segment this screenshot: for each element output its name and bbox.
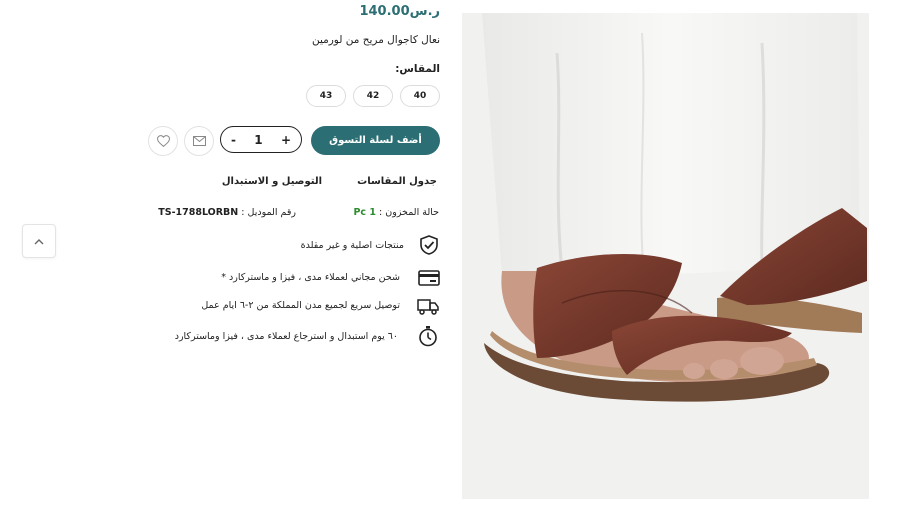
model-number: رقم الموديل : TS-1788LORBN	[158, 207, 296, 218]
quantity-decrease-button[interactable]: -	[231, 133, 236, 147]
delivery-truck-icon	[417, 296, 439, 318]
feature-text-free-shipping: شحن مجاني لعملاء مدى ، فيزا و ماستركارد …	[221, 272, 400, 283]
credit-card-icon	[418, 267, 440, 289]
size-label: المقاس:	[395, 63, 440, 75]
scroll-to-top-button[interactable]	[22, 224, 56, 258]
size-option-43[interactable]: 43	[306, 85, 346, 107]
stopwatch-icon	[417, 325, 439, 347]
product-price: ر.س140.00	[359, 4, 440, 19]
model-label: رقم الموديل :	[241, 207, 296, 218]
stock-status: حالة المخزون : 1 Pc	[353, 207, 439, 218]
envelope-icon	[192, 136, 206, 146]
badge-check-icon	[418, 234, 440, 256]
quantity-increase-button[interactable]: +	[281, 133, 291, 147]
product-title: نعال كاجوال مريح من لورمين	[311, 34, 440, 46]
wishlist-button[interactable]	[148, 126, 178, 156]
feature-text-authentic: منتجات اصلية و غير مقلدة	[300, 240, 404, 251]
product-image[interactable]	[462, 13, 869, 499]
feature-text-returns: ٦٠ يوم استبدال و استرجاع لعملاء مدى ، في…	[174, 331, 398, 342]
chevron-up-icon	[34, 238, 44, 244]
size-option-42[interactable]: 42	[353, 85, 393, 107]
feature-text-fast-delivery: توصيل سريع لجميع مدن المملكة من ٢-٦ ايام…	[201, 300, 400, 311]
delivery-exchange-link[interactable]: التوصيل و الاستبدال	[222, 176, 322, 187]
stock-label: حالة المخزون :	[379, 207, 439, 218]
quantity-value[interactable]: 1	[254, 133, 262, 147]
size-chart-link[interactable]: جدول المقاسات	[357, 176, 437, 187]
quantity-stepper: - 1 +	[220, 126, 302, 153]
stock-value: 1 Pc	[353, 207, 376, 218]
share-email-button[interactable]	[184, 126, 214, 156]
heart-icon	[156, 135, 170, 147]
add-to-cart-button[interactable]: أضف لسلة التسوق	[311, 126, 440, 155]
model-value: TS-1788LORBN	[158, 207, 239, 218]
size-option-40[interactable]: 40	[400, 85, 440, 107]
